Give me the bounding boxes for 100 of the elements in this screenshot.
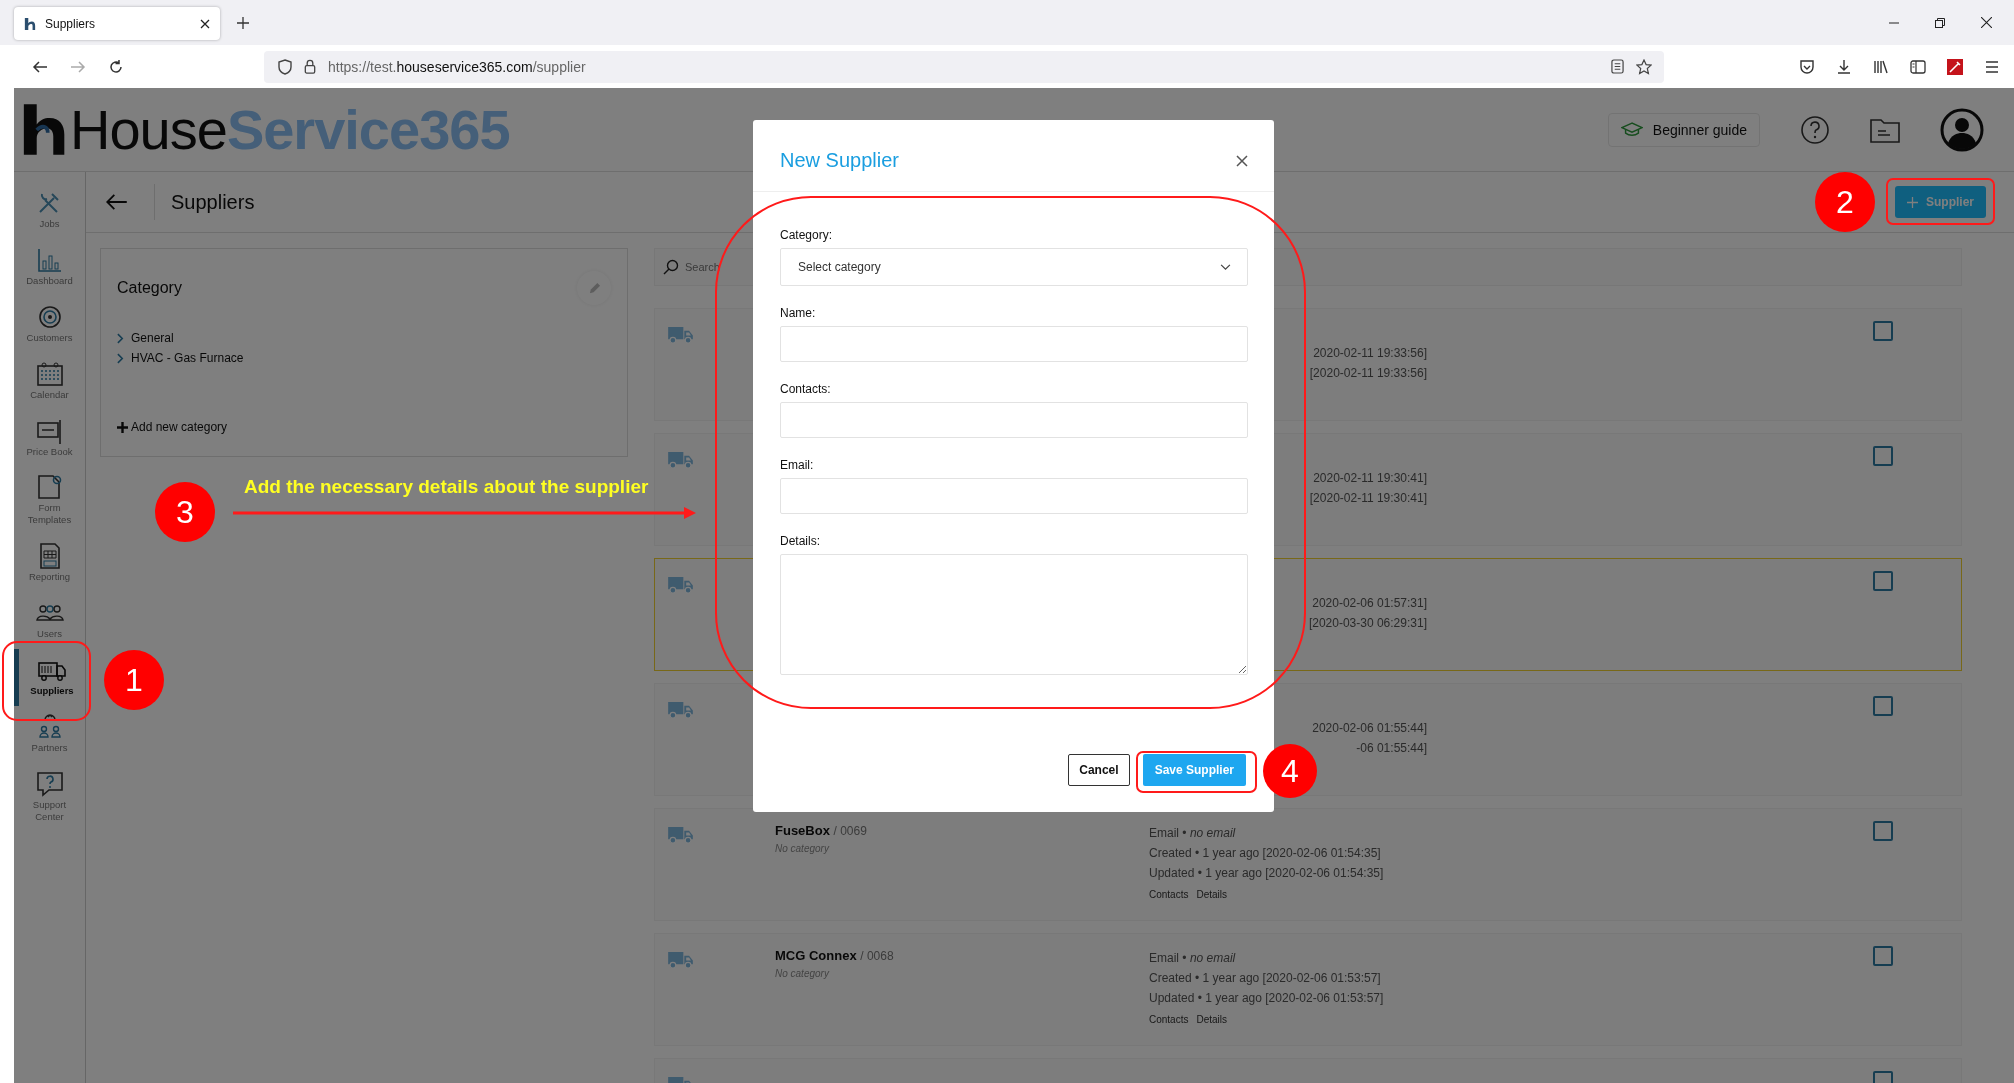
star-icon[interactable]: [1636, 58, 1652, 75]
sidebar-item[interactable]: Jobs: [14, 182, 85, 239]
text-field[interactable]: [780, 478, 1248, 514]
new-tab-icon[interactable]: [237, 16, 249, 29]
row-link[interactable]: Contacts: [1149, 1014, 1189, 1025]
text-field[interactable]: [780, 402, 1248, 438]
created-text: Created • 1 year ago [2020-02-06 01:53:57]: [1149, 970, 1382, 987]
supplier-number: / 0069: [833, 824, 867, 838]
chevron-down-icon: [1220, 263, 1231, 271]
checkbox[interactable]: [1873, 696, 1893, 716]
supplier-category: No category: [775, 843, 831, 854]
download-icon[interactable]: [1836, 58, 1852, 75]
help-icon[interactable]: [1800, 114, 1830, 145]
url-text: https://test.houseservice365.com/supplier: [328, 58, 586, 75]
sidebar-item[interactable]: Dashboard: [14, 238, 85, 296]
supplier-name[interactable]: MCG Connex: [775, 948, 857, 963]
folder-icon[interactable]: [1870, 116, 1900, 143]
calendar-icon: [34, 360, 65, 387]
reader-view-icon[interactable]: [1611, 59, 1624, 74]
search-icon: [663, 259, 679, 275]
created-text: 2020-02-06 01:57:31]: [1312, 595, 1427, 612]
sidebar-item[interactable]: Support Center: [14, 762, 85, 832]
category-item[interactable]: HVAC - Gas Furnace: [117, 351, 611, 365]
row-link[interactable]: Details: [1196, 1014, 1228, 1025]
field-label: Details:: [780, 534, 821, 548]
supplier-card[interactable]: MCG Connex / 0068 No category Email • no email Created • 1 year ago [2020-02-06 01:53:57] Updated • 1 year ago [2020-02-06 01:53:57] Contacts Details: [654, 933, 1962, 1046]
sidebar-item[interactable]: Customers: [14, 295, 85, 353]
page-title: Suppliers: [171, 190, 255, 214]
menu-icon[interactable]: [1984, 58, 2000, 75]
restore-icon[interactable]: [1935, 17, 1945, 28]
truck-icon: [667, 950, 694, 969]
lock-icon: [304, 59, 316, 74]
sidebar-item[interactable]: Partners: [14, 705, 85, 763]
browser-tab[interactable]: Suppliers: [14, 7, 220, 40]
created-text: Created • 1 year ago [2020-02-06 01:54:35]: [1149, 845, 1382, 862]
text-field[interactable]: [780, 326, 1248, 362]
cancel-button[interactable]: Cancel: [1068, 754, 1130, 786]
beginner-guide-button[interactable]: Beginner guide: [1607, 112, 1760, 147]
logo-icon: [24, 16, 36, 31]
checkbox[interactable]: [1873, 821, 1893, 841]
email-text: Email • no email: [1149, 950, 1237, 967]
sidebar-item[interactable]: Form Templates: [14, 466, 85, 536]
created-text: 2020-02-11 19:30:41]: [1313, 470, 1427, 487]
truck-icon: [667, 575, 694, 594]
close-icon[interactable]: [1981, 17, 1992, 28]
tab-title: Suppliers: [45, 16, 97, 31]
field-label: Email:: [780, 458, 815, 472]
extension-icon[interactable]: [1947, 58, 1963, 75]
checkbox[interactable]: [1873, 946, 1893, 966]
supplier-number: / 0068: [860, 949, 894, 963]
reload-icon[interactable]: [108, 58, 124, 75]
pocket-icon[interactable]: [1799, 58, 1815, 75]
instruction-text: Add the necessary details about the supplier: [244, 476, 649, 498]
field-label: Contacts:: [780, 382, 832, 396]
row-link[interactable]: Details: [1196, 889, 1228, 900]
sidebar-item[interactable]: Price Book: [14, 409, 85, 467]
created-text: 2020-02-06 01:55:44]: [1312, 720, 1427, 737]
sidebar-icon[interactable]: [1910, 58, 1926, 75]
checkbox[interactable]: [1873, 446, 1893, 466]
pencil-icon: [587, 281, 601, 295]
library-icon[interactable]: [1873, 58, 1889, 75]
shield-icon: [278, 58, 292, 75]
graduation-cap-icon: [1620, 122, 1643, 137]
updated-text: -06 01:55:44]: [1356, 740, 1427, 757]
sidebar-item[interactable]: Users: [14, 592, 85, 649]
truck-icon: [667, 450, 694, 469]
close-icon[interactable]: [200, 18, 210, 29]
save-button[interactable]: Save Supplier: [1142, 754, 1246, 786]
updated-text: Updated • 1 year ago [2020-02-06 01:53:57]: [1149, 990, 1385, 1007]
details-field[interactable]: [780, 554, 1248, 675]
email-text: Email • no email: [1149, 825, 1237, 842]
question-bubble-icon: [34, 770, 65, 797]
plus-icon: [1907, 196, 1918, 208]
category-item[interactable]: General: [117, 331, 611, 345]
created-text: 2020-02-11 19:33:56]: [1313, 345, 1427, 362]
updated-text: [2020-03-30 06:29:31]: [1308, 615, 1427, 632]
dialog-title: New Supplier: [780, 149, 899, 172]
plus-icon: [117, 421, 128, 433]
checkbox[interactable]: [1873, 321, 1893, 341]
category-dropdown[interactable]: Select category: [780, 248, 1248, 286]
supplier-category: No category: [775, 968, 831, 979]
updated-text: [2020-02-11 19:30:41]: [1309, 490, 1427, 507]
avatar-icon[interactable]: [1940, 107, 1984, 152]
field-label: Category:: [780, 228, 834, 242]
close-icon[interactable]: [1236, 154, 1248, 167]
address-bar[interactable]: https://test.houseservice365.com/supplier: [264, 50, 1664, 83]
sidebar-item[interactable]: Reporting: [14, 535, 85, 592]
back-icon[interactable]: [32, 58, 48, 75]
logo-text: HouseService365: [70, 101, 510, 158]
checkbox[interactable]: [1873, 571, 1893, 591]
category-label: General: [131, 331, 174, 345]
sidebar-item[interactable]: Calendar: [14, 352, 85, 410]
supplier-card[interactable]: FuseBox / 0069 No category Email • no email Created • 1 year ago [2020-02-06 01:54:35] Updated • 1 year ago [2020-02-06 01:54:35] Contacts Details: [654, 808, 1962, 921]
updated-text: [2020-02-11 19:33:56]: [1309, 365, 1427, 382]
panel-title: Category: [117, 279, 182, 297]
truck-icon: [667, 825, 694, 844]
truck-icon: [667, 325, 694, 344]
row-link[interactable]: Contacts: [1149, 889, 1189, 900]
add-category-link[interactable]: Add new category: [117, 420, 611, 434]
supplier-name[interactable]: FuseBox: [775, 823, 830, 838]
